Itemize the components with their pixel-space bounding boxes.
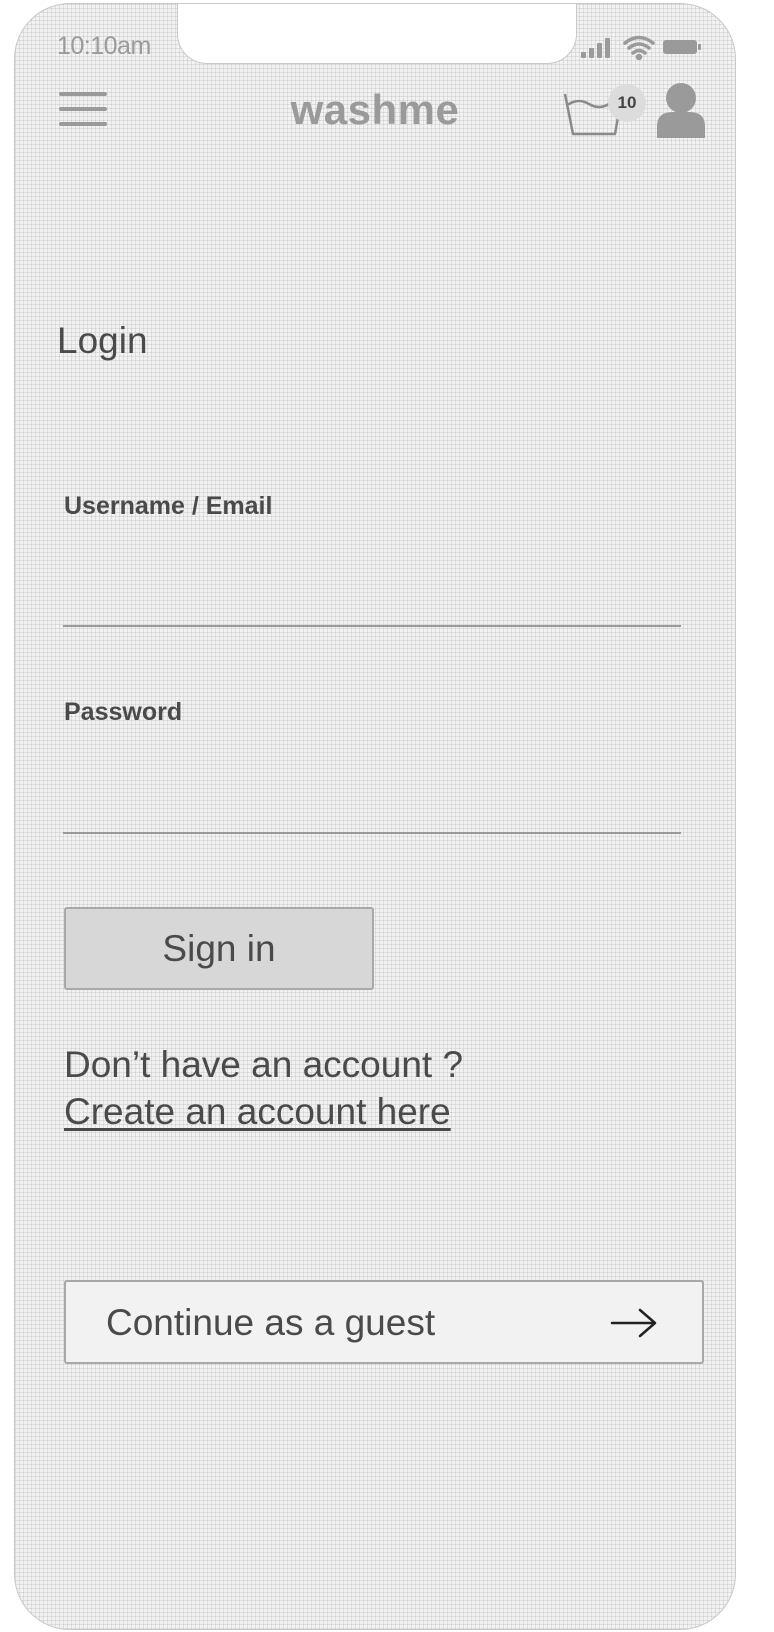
- phone-frame: 10:10am washme 10 Login Username / Email…: [14, 3, 736, 1630]
- arrow-right-icon: [610, 1308, 657, 1338]
- username-label: Username / Email: [64, 492, 273, 520]
- password-input[interactable]: [63, 782, 681, 834]
- signal-icon: [581, 38, 610, 58]
- user-avatar-icon[interactable]: [655, 82, 707, 138]
- username-input[interactable]: [63, 575, 681, 627]
- status-time: 10:10am: [57, 32, 151, 60]
- continue-as-guest-button[interactable]: Continue as a guest: [64, 1280, 704, 1364]
- guest-button-label: Continue as a guest: [106, 1302, 436, 1343]
- password-label: Password: [64, 698, 183, 726]
- status-icons: [581, 35, 701, 60]
- sign-in-button[interactable]: Sign in: [64, 907, 374, 990]
- create-account-link[interactable]: Create an account here: [64, 1091, 451, 1133]
- page-title: Login: [57, 320, 148, 361]
- battery-icon: [663, 40, 701, 54]
- no-account-text: Don’t have an account ?: [64, 1044, 464, 1085]
- wifi-icon: [623, 35, 655, 60]
- device-notch: [177, 4, 577, 64]
- basket-count-badge: 10: [608, 84, 646, 122]
